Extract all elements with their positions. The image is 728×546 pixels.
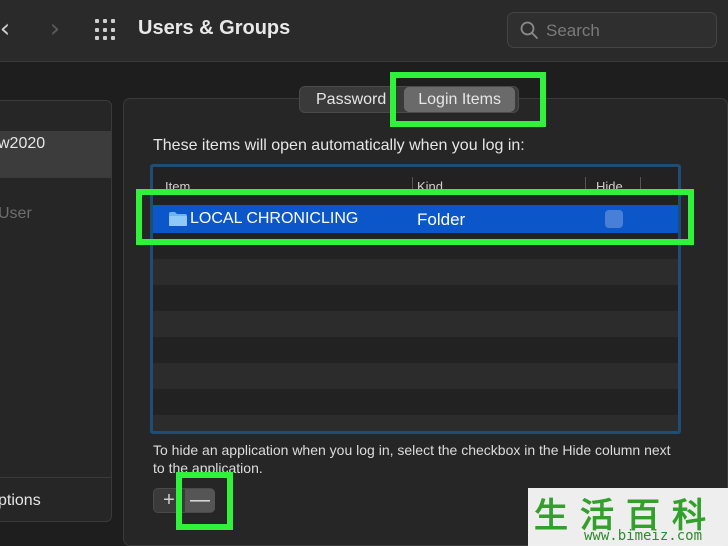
- sidebar-divider: [0, 177, 111, 178]
- highlight-box-remove: [176, 472, 233, 530]
- chevron-right-icon[interactable]: ›: [44, 16, 66, 44]
- watermark-logo: 生活百科 www.bimeiz.com: [528, 488, 728, 546]
- window-title: Users & Groups: [138, 17, 291, 39]
- sidebar-item-label: w2020: [0, 135, 46, 152]
- grid-icon[interactable]: [95, 19, 117, 41]
- chevron-left-icon[interactable]: ‹: [0, 16, 16, 44]
- table-row-empty: [153, 311, 678, 337]
- highlight-box-login-items: [390, 72, 546, 127]
- search-input[interactable]: [546, 19, 706, 43]
- table-header: Item Kind Hide: [153, 167, 678, 194]
- search-field[interactable]: [507, 12, 717, 48]
- search-icon: [520, 21, 538, 39]
- table-row-empty: [153, 415, 678, 431]
- intro-text: These items will open automatically when…: [153, 137, 525, 154]
- users-sidebar: w2020 User ptions: [0, 100, 112, 522]
- login-options-label: ptions: [0, 492, 41, 509]
- highlight-box-row: [136, 189, 694, 245]
- login-options-button[interactable]: ptions: [0, 477, 111, 522]
- toolbar: ‹ › Users & Groups: [0, 0, 728, 62]
- watermark-url: www.bimeiz.com: [584, 528, 703, 544]
- table-row-empty: [153, 363, 678, 389]
- sidebar-item-user[interactable]: User: [0, 205, 32, 223]
- tab-password[interactable]: Password: [300, 87, 402, 112]
- table-row-empty: [153, 259, 678, 285]
